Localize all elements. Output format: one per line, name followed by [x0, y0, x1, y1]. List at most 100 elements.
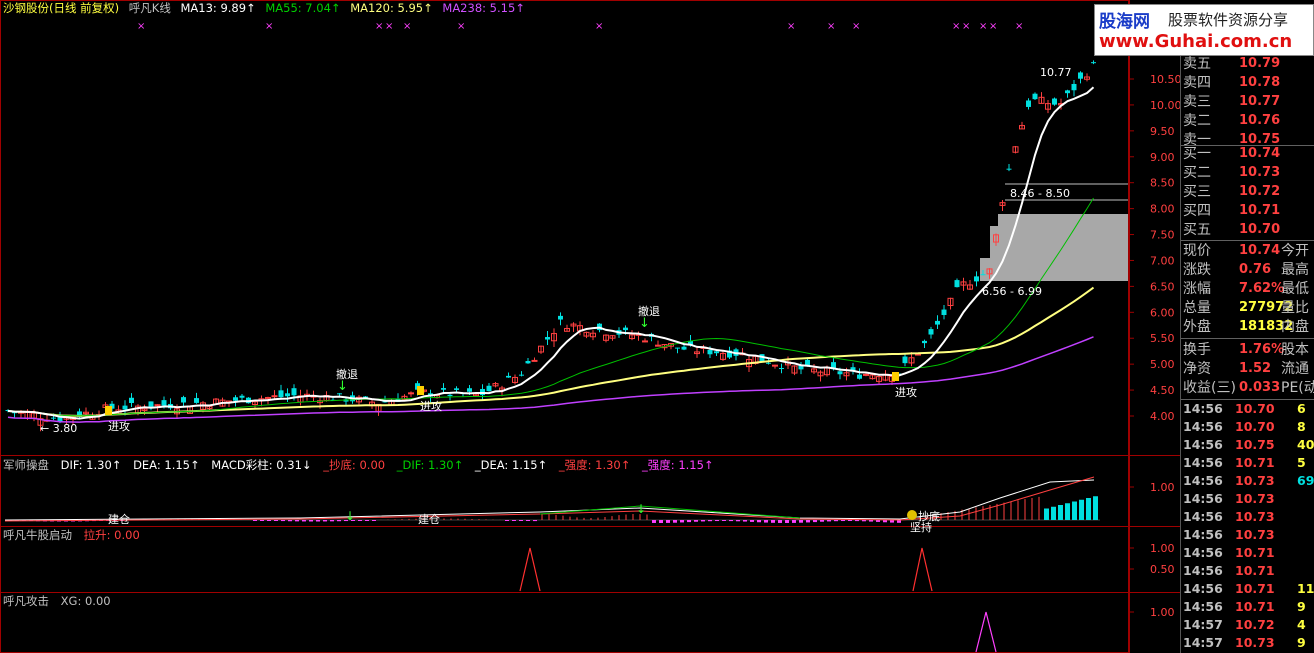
macd-panel-header: 军师操盘 DIF: 1.30↑ DEA: 1.15↑ MACD彩柱: 0.31↓… [3, 458, 722, 472]
chart-header: 沙钢股份(日线 前复权) 呼凡K线 MA13: 9.89↑ MA55: 7.04… [3, 1, 531, 15]
chaodi-value: _抄底: 0.00 [323, 458, 386, 472]
candle-body [181, 397, 186, 403]
tick-volume: 4 [1297, 617, 1306, 632]
tick-time: 14:56 [1183, 401, 1223, 416]
candle-body [974, 276, 979, 282]
candle-body [1052, 98, 1057, 105]
candle-body [642, 340, 648, 343]
tick-volume: 9 [1297, 599, 1306, 614]
signal-x-mark: × [403, 21, 411, 32]
quote-label: 现价 [1183, 243, 1211, 259]
macd-bar [834, 520, 838, 522]
low-price-label: ← 3.80 [40, 422, 77, 435]
candles [5, 60, 1096, 432]
signal-x-mark: × [265, 21, 273, 32]
macd-bar [505, 520, 509, 521]
candle-body [525, 361, 531, 364]
quote-label: 净资 [1183, 361, 1211, 377]
price-tick-label: 10.00 [1150, 99, 1180, 112]
gongji-panel-header: 呼凡攻击 XG: 0.00 [3, 594, 119, 608]
price-tick-label: 7.00 [1150, 254, 1175, 267]
macd-bar [785, 520, 789, 523]
quote-label-2: 量比 [1281, 300, 1309, 316]
macd-bar [806, 520, 810, 523]
macd-bar [1079, 499, 1084, 520]
ma238-value: MA238: 5.15↑ [442, 1, 525, 15]
macd-arrow-icon: ↓ [345, 509, 355, 523]
candle-body [408, 392, 414, 395]
tick-volume: 5 [1297, 455, 1306, 470]
macd-bar [687, 520, 691, 523]
candle-body [954, 280, 960, 288]
macd-bar [309, 520, 313, 522]
niugu-panel-header: 呼凡牛股启动 拉升: 0.00 [3, 528, 148, 542]
quote-value: 10.77 [1239, 94, 1281, 109]
price-tick-label: 9.50 [1150, 125, 1175, 138]
price-tick-label: 7.50 [1150, 229, 1175, 242]
candle-body [863, 373, 869, 376]
price-tick-label: 6.50 [1150, 280, 1175, 293]
quote-value: 10.72 [1239, 184, 1281, 199]
signal-x-mark: × [1015, 21, 1023, 32]
logo-url: www.Guhai.com.cn [1099, 31, 1293, 52]
quote-value: 10.74 [1239, 243, 1281, 258]
candle-body [902, 356, 908, 364]
candle-body [922, 340, 927, 344]
candle-body [441, 388, 446, 390]
kline-chart-area[interactable]: 10.50 10.00 9.50 9.00 8.50 8.00 7.50 7.00 6.50 6.… [0, 0, 1180, 653]
dea-value: DEA: 1.15↑ [133, 458, 200, 472]
macd-bar [281, 520, 285, 522]
signal-x-mark: × [962, 21, 970, 32]
macd-bar [680, 520, 684, 523]
qiangdu1-value: _强度: 1.30↑ [558, 458, 631, 472]
macd-bar [1086, 498, 1091, 520]
quote-label: 卖二 [1183, 113, 1211, 129]
macd-bar [820, 520, 824, 522]
price-tick-label: 8.50 [1150, 177, 1175, 190]
macd-bar [316, 520, 320, 522]
candle-body [545, 337, 550, 340]
signal-spikes [519, 547, 997, 653]
tick-price: 10.73 [1235, 473, 1275, 488]
gongji-panel-name: 呼凡攻击 [3, 594, 49, 608]
candle-body [558, 315, 563, 320]
high-price-label: 10.77 [1040, 66, 1072, 79]
signal-x-mark: × [595, 21, 603, 32]
ma120-value: MA120: 5.95↑ [350, 1, 433, 15]
candle-body [857, 374, 862, 379]
candle-body [239, 395, 245, 398]
ma13-line [7, 86, 1095, 420]
macd-bar [743, 520, 747, 522]
tick-time: 14:57 [1183, 617, 1223, 632]
price-axis: 10.50 10.00 9.50 9.00 8.50 8.00 7.50 7.00 6.50 6.… [1129, 73, 1180, 619]
niugu-value: 拉升: 0.00 [83, 528, 140, 542]
candle-body [623, 327, 628, 331]
jianchi-label: 坚持 [910, 520, 932, 534]
jingong-label: 进攻 [420, 399, 442, 413]
candle-body [291, 388, 297, 396]
macd-bar [533, 520, 537, 522]
quote-value: 0.033 [1239, 380, 1281, 395]
guhai-logo[interactable]: 股海网 股票软件资源分享 www.Guhai.com.cn [1094, 4, 1314, 56]
tick-price: 10.71 [1235, 545, 1275, 560]
macd-bar [862, 520, 866, 522]
candle-body [681, 346, 687, 350]
candle-body [837, 371, 843, 375]
quote-value: 1.76% [1239, 342, 1285, 357]
candle-body [1078, 72, 1083, 79]
macd-bar [729, 520, 733, 522]
chetui-arrow-icon: ↓ [639, 316, 650, 331]
quote-label-2: PE(动 [1281, 380, 1314, 396]
macd-bar [841, 520, 845, 522]
tick-volume: 11 [1297, 581, 1314, 596]
jingong-label: 进攻 [895, 385, 917, 399]
macd-bar [715, 520, 719, 522]
macd-bar [274, 520, 278, 521]
dif2-value: _DIF: 1.30↑ [396, 458, 464, 472]
tick-price: 10.73 [1235, 527, 1275, 542]
macd-bar [799, 520, 803, 523]
macd-arrow-icon: ↓ [636, 502, 646, 516]
macd-bar [337, 520, 341, 522]
price-tick-label: 9.00 [1150, 151, 1175, 164]
ma13-value: MA13: 9.89↑ [180, 1, 256, 15]
